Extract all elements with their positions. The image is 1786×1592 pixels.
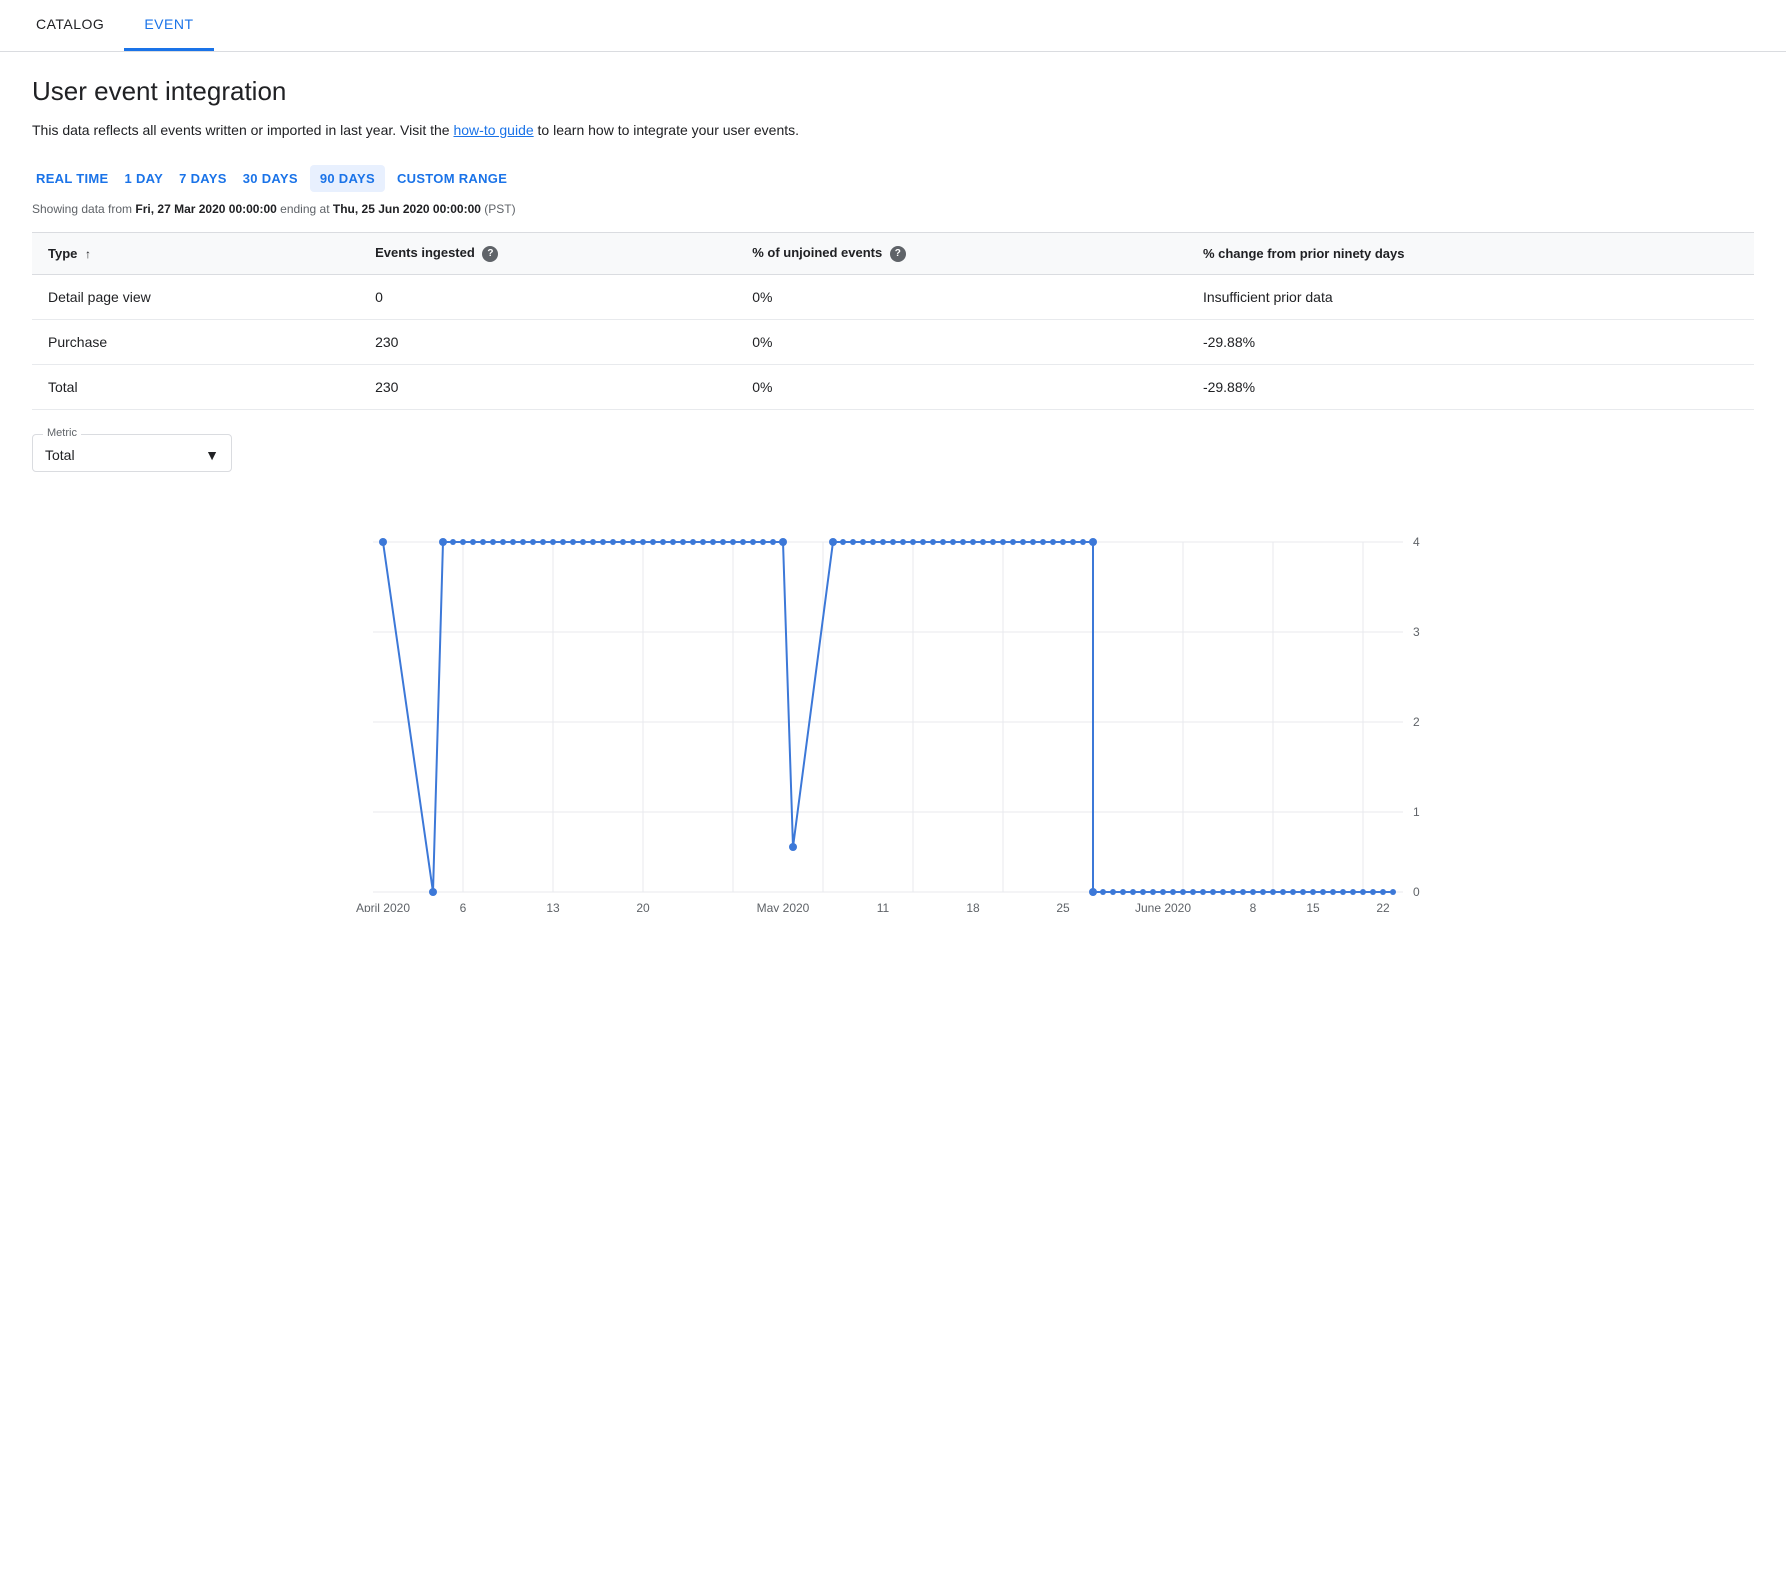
time-btn-custom-range[interactable]: CUSTOM RANGE [393, 165, 511, 192]
cell-unjoined-pct: 0% [736, 364, 1187, 409]
svg-text:April 2020: April 2020 [356, 901, 410, 912]
svg-text:1: 1 [1413, 805, 1420, 819]
date-range-start: Fri, 27 Mar 2020 00:00:00 [135, 202, 276, 216]
cell-change-pct: -29.88% [1187, 364, 1754, 409]
chevron-down-icon: ▼ [205, 447, 219, 463]
time-btn-7-days[interactable]: 7 DAYS [175, 165, 231, 192]
date-range-timezone: (PST) [481, 202, 516, 216]
date-range-info: Showing data from Fri, 27 Mar 2020 00:00… [32, 202, 1754, 216]
time-btn-real-time[interactable]: REAL TIME [32, 165, 113, 192]
cell-unjoined-pct: 0% [736, 319, 1187, 364]
svg-text:25: 25 [1056, 901, 1070, 912]
svg-text:0: 0 [1413, 885, 1420, 899]
svg-text:13: 13 [546, 901, 560, 912]
col-type-label: Type [48, 246, 77, 261]
cell-unjoined-pct: 0% [736, 274, 1187, 319]
metric-value: Total [45, 447, 75, 463]
col-unjoined-label: % of unjoined events [752, 245, 882, 260]
svg-text:2: 2 [1413, 715, 1420, 729]
time-btn-30-days[interactable]: 30 DAYS [239, 165, 302, 192]
help-icon-unjoined[interactable]: ? [890, 246, 906, 262]
col-events-label: Events ingested [375, 245, 475, 260]
col-change-label: % change from prior ninety days [1203, 246, 1405, 261]
col-header-change: % change from prior ninety days [1187, 233, 1754, 275]
page-content: User event integration This data reflect… [0, 52, 1786, 976]
svg-text:20: 20 [636, 901, 650, 912]
time-filter-bar: REAL TIME 1 DAY 7 DAYS 30 DAYS 90 DAYS C… [32, 165, 1754, 192]
page-description: This data reflects all events written or… [32, 119, 1754, 141]
cell-events-ingested: 230 [359, 319, 736, 364]
table-row: Detail page view 0 0% Insufficient prior… [32, 274, 1754, 319]
chart-dot [429, 888, 437, 896]
time-btn-90-days[interactable]: 90 DAYS [310, 165, 385, 192]
page-title: User event integration [32, 76, 1754, 107]
svg-text:4: 4 [1413, 535, 1420, 549]
svg-text:6: 6 [460, 901, 467, 912]
chart-dot [379, 538, 387, 546]
date-range-middle: ending at [277, 202, 333, 216]
line-chart: 4 3 2 1 0 [32, 532, 1754, 912]
metric-select[interactable]: Total ▼ [45, 443, 219, 463]
tab-event[interactable]: EVENT [124, 0, 213, 51]
help-icon-events[interactable]: ? [482, 246, 498, 262]
chart-dot [439, 538, 447, 546]
table-row: Purchase 230 0% -29.88% [32, 319, 1754, 364]
col-header-unjoined: % of unjoined events ? [736, 233, 1187, 275]
svg-text:3: 3 [1413, 625, 1420, 639]
cell-events-ingested: 0 [359, 274, 736, 319]
cell-type: Purchase [32, 319, 359, 364]
svg-text:June 2020: June 2020 [1135, 901, 1191, 912]
metric-label: Metric [43, 427, 81, 439]
sort-arrow-icon: ↑ [85, 247, 91, 261]
events-table: Type ↑ Events ingested ? % of unjoined e… [32, 232, 1754, 410]
description-text-1: This data reflects all events written or… [32, 122, 453, 138]
cell-events-ingested: 230 [359, 364, 736, 409]
chart-container: 4 3 2 1 0 [32, 532, 1754, 952]
cell-type: Detail page view [32, 274, 359, 319]
top-navigation: CATALOG EVENT [0, 0, 1786, 52]
cell-type: Total [32, 364, 359, 409]
metric-dropdown-container[interactable]: Metric Total ▼ [32, 434, 232, 472]
date-range-end: Thu, 25 Jun 2020 00:00:00 [333, 202, 481, 216]
tab-catalog[interactable]: CATALOG [16, 0, 124, 51]
col-header-events-ingested: Events ingested ? [359, 233, 736, 275]
svg-text:8: 8 [1250, 901, 1257, 912]
table-row: Total 230 0% -29.88% [32, 364, 1754, 409]
svg-text:15: 15 [1306, 901, 1320, 912]
svg-text:22: 22 [1376, 901, 1390, 912]
col-header-type[interactable]: Type ↑ [32, 233, 359, 275]
cell-change-pct: Insufficient prior data [1187, 274, 1754, 319]
date-range-prefix: Showing data from [32, 202, 135, 216]
svg-text:11: 11 [877, 901, 890, 912]
svg-text:18: 18 [966, 901, 980, 912]
svg-text:May 2020: May 2020 [757, 901, 810, 912]
time-btn-1-day[interactable]: 1 DAY [121, 165, 168, 192]
how-to-guide-link[interactable]: how-to guide [453, 122, 533, 138]
description-text-2: to learn how to integrate your user even… [534, 122, 799, 138]
cell-change-pct: -29.88% [1187, 319, 1754, 364]
